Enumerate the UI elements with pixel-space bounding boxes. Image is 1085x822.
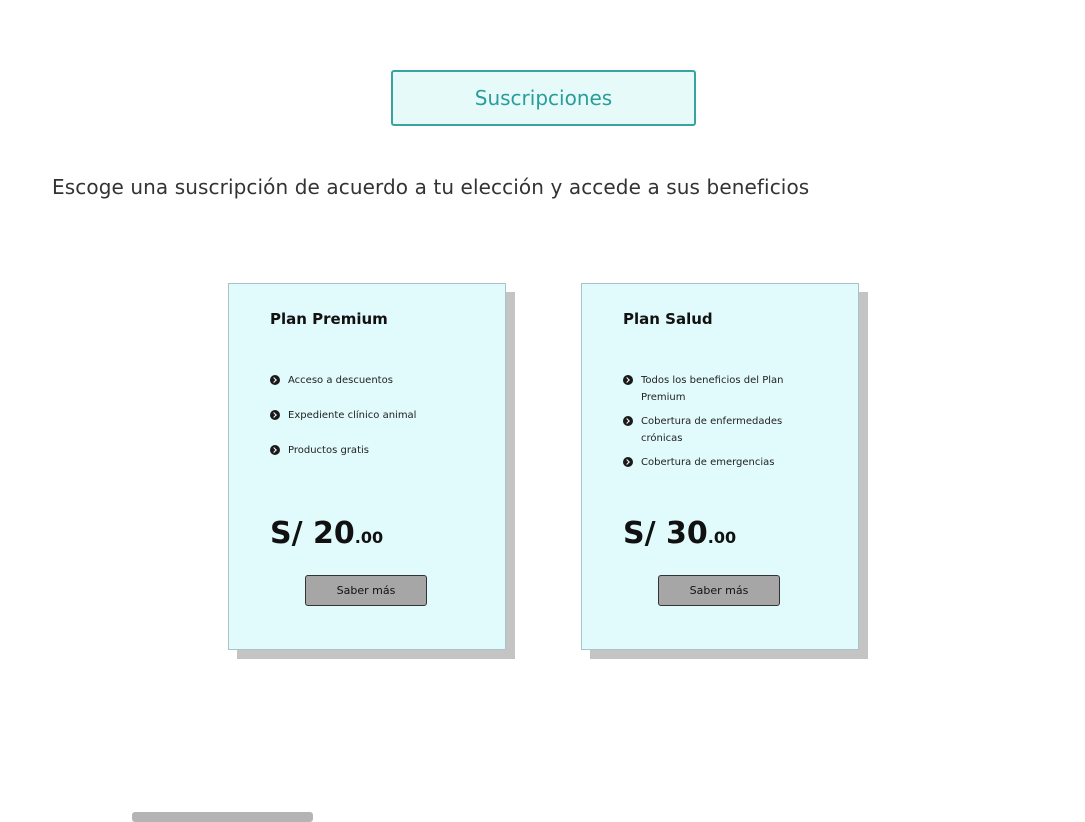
saber-mas-button-premium[interactable]: Saber más — [305, 575, 427, 606]
benefit-item: Productos gratis — [270, 442, 470, 459]
chevron-right-circle-icon — [623, 457, 633, 467]
page-title-text: Suscripciones — [474, 86, 613, 110]
benefit-list: Acceso a descuentos Expediente clínico a… — [270, 372, 470, 477]
benefit-text: Cobertura de emergencias — [641, 457, 775, 468]
chevron-right-circle-icon — [623, 416, 633, 426]
page-title: Suscripciones — [391, 70, 696, 126]
plan-title: Plan Premium — [270, 310, 388, 328]
price-main: S/ 20 — [270, 516, 355, 551]
benefit-item: Todos los beneficios del Plan Premium — [623, 372, 811, 406]
benefit-item: Cobertura de emergencias — [623, 454, 811, 471]
chevron-right-circle-icon — [270, 375, 280, 385]
chevron-right-circle-icon — [270, 445, 280, 455]
benefit-item: Acceso a descuentos — [270, 372, 470, 389]
benefit-item: Expediente clínico animal — [270, 407, 470, 424]
plan-price: S/ 20.00 — [270, 516, 383, 551]
price-cents: .00 — [707, 528, 737, 547]
chevron-right-circle-icon — [623, 375, 633, 385]
chevron-right-circle-icon — [270, 410, 280, 420]
price-main: S/ 30 — [623, 516, 708, 551]
price-cents: .00 — [354, 528, 384, 547]
benefit-list: Todos los beneficios del Plan Premium Co… — [623, 372, 823, 478]
plan-card-salud: Plan Salud Todos los beneficios del Plan… — [581, 283, 859, 650]
benefit-text: Todos los beneficios del Plan Premium — [641, 375, 784, 403]
benefit-item: Cobertura de enfermedades crónicas — [623, 413, 811, 447]
page-subtitle: Escoge una suscripción de acuerdo a tu e… — [52, 175, 810, 199]
saber-mas-button-salud[interactable]: Saber más — [658, 575, 780, 606]
benefit-text: Acceso a descuentos — [288, 375, 393, 386]
plan-card-premium: Plan Premium Acceso a descuentos Expedie… — [228, 283, 506, 650]
benefit-text: Expediente clínico animal — [288, 410, 417, 421]
benefit-text: Cobertura de enfermedades crónicas — [641, 416, 783, 444]
plan-title: Plan Salud — [623, 310, 713, 328]
plan-price: S/ 30.00 — [623, 516, 736, 551]
bottom-bar — [132, 812, 313, 822]
benefit-text: Productos gratis — [288, 445, 369, 456]
